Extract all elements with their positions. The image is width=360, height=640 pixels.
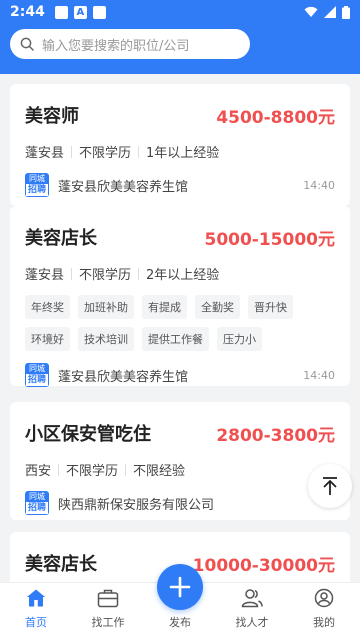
job-tag: 有提成 [142, 295, 187, 319]
job-experience: 2年以上经验 [146, 268, 220, 283]
header: 输入您要搜索的职位/公司 [0, 24, 360, 74]
search-icon [20, 37, 34, 51]
search-input[interactable]: 输入您要搜索的职位/公司 [10, 29, 250, 59]
tab-home-label: 首页 [25, 616, 47, 629]
home-icon [27, 589, 45, 607]
job-tag: 年终奖 [25, 295, 70, 319]
job-experience: 不限经验 [133, 464, 186, 479]
tab-find-talent[interactable]: 找人才 [216, 583, 288, 640]
job-tags: 年终奖 加班补助 有提成 全勤奖 晋升快 环境好 技术培训 提供工作餐 压力小 [25, 295, 335, 351]
divider [58, 463, 60, 476]
signal-icon [324, 6, 336, 18]
tab-mine-label: 我的 [313, 616, 335, 629]
tab-find-talent-label: 找人才 [235, 616, 269, 629]
company-name: 蓬安县欣美美容养生馆 [58, 179, 189, 195]
job-education: 不限学历 [66, 464, 119, 479]
post-time: 14:40 [303, 368, 335, 382]
post-time: 14:40 [303, 178, 335, 192]
divider [71, 145, 73, 158]
tab-find-job[interactable]: 找工作 [72, 583, 144, 640]
job-location: 蓬安县 [25, 268, 65, 283]
briefcase-icon [97, 589, 119, 608]
company-logo: 同城 招聘 [25, 491, 49, 515]
battery-icon [342, 5, 350, 19]
job-tag: 全勤奖 [195, 295, 240, 319]
notification-square-icon [92, 5, 106, 19]
job-salary: 10000-30000元 [192, 555, 335, 576]
job-tag: 环境好 [25, 327, 70, 351]
divider [125, 463, 127, 476]
job-salary: 4500-8800元 [216, 107, 335, 128]
job-salary: 5000-15000元 [204, 229, 335, 250]
status-bar: 2:44 A [0, 0, 360, 24]
job-card[interactable]: 小区保安管吃住 2800-3800元 西安 不限学历 不限经验 同城 招聘 陕西… [10, 402, 350, 520]
job-list: 美容师 4500-8800元 蓬安县 不限学历 1年以上经验 同城 招聘 蓬安县… [0, 74, 360, 582]
company-name: 蓬安县欣美美容养生馆 [58, 369, 189, 385]
job-title: 美容师 [25, 106, 79, 127]
job-tag: 提供工作餐 [142, 327, 209, 351]
status-time: 2:44 [10, 4, 45, 20]
search-placeholder: 输入您要搜索的职位/公司 [42, 38, 190, 54]
job-tag: 晋升快 [248, 295, 293, 319]
arrow-up-icon [323, 477, 337, 495]
job-card[interactable]: 美容师 4500-8800元 蓬安县 不限学历 1年以上经验 同城 招聘 蓬安县… [10, 84, 350, 206]
tab-mine[interactable]: 我的 [288, 583, 360, 640]
company-logo: 同城 招聘 [25, 173, 49, 197]
job-salary: 2800-3800元 [216, 425, 335, 446]
job-title: 美容店长 [25, 554, 97, 575]
user-icon [314, 588, 334, 608]
job-tag: 压力小 [217, 327, 262, 351]
job-location: 西安 [25, 464, 52, 479]
job-education: 不限学历 [79, 268, 132, 283]
job-title: 小区保安管吃住 [25, 424, 151, 445]
wifi-icon [304, 6, 318, 17]
job-tag: 技术培训 [78, 327, 134, 351]
back-to-top-button[interactable] [308, 464, 352, 508]
company-name: 陕西鼎新保安服务有限公司 [58, 497, 215, 513]
people-icon [241, 589, 263, 608]
divider [138, 267, 140, 280]
job-card[interactable]: 美容店长 5000-15000元 蓬安县 不限学历 2年以上经验 年终奖 加班补… [10, 206, 350, 387]
tab-find-job-label: 找工作 [91, 616, 125, 629]
notification-icon [54, 5, 68, 19]
publish-button[interactable] [157, 564, 203, 610]
plus-icon [169, 576, 191, 598]
divider [71, 267, 73, 280]
job-title: 美容店长 [25, 228, 97, 249]
job-location: 蓬安县 [25, 146, 65, 161]
tab-home[interactable]: 首页 [0, 583, 72, 640]
company-logo: 同城 招聘 [25, 363, 49, 387]
job-tag: 加班补助 [78, 295, 134, 319]
divider [138, 145, 140, 158]
app-a-icon: A [73, 5, 87, 19]
job-education: 不限学历 [79, 146, 132, 161]
tab-publish-label: 发布 [169, 616, 191, 629]
job-experience: 1年以上经验 [146, 146, 220, 161]
